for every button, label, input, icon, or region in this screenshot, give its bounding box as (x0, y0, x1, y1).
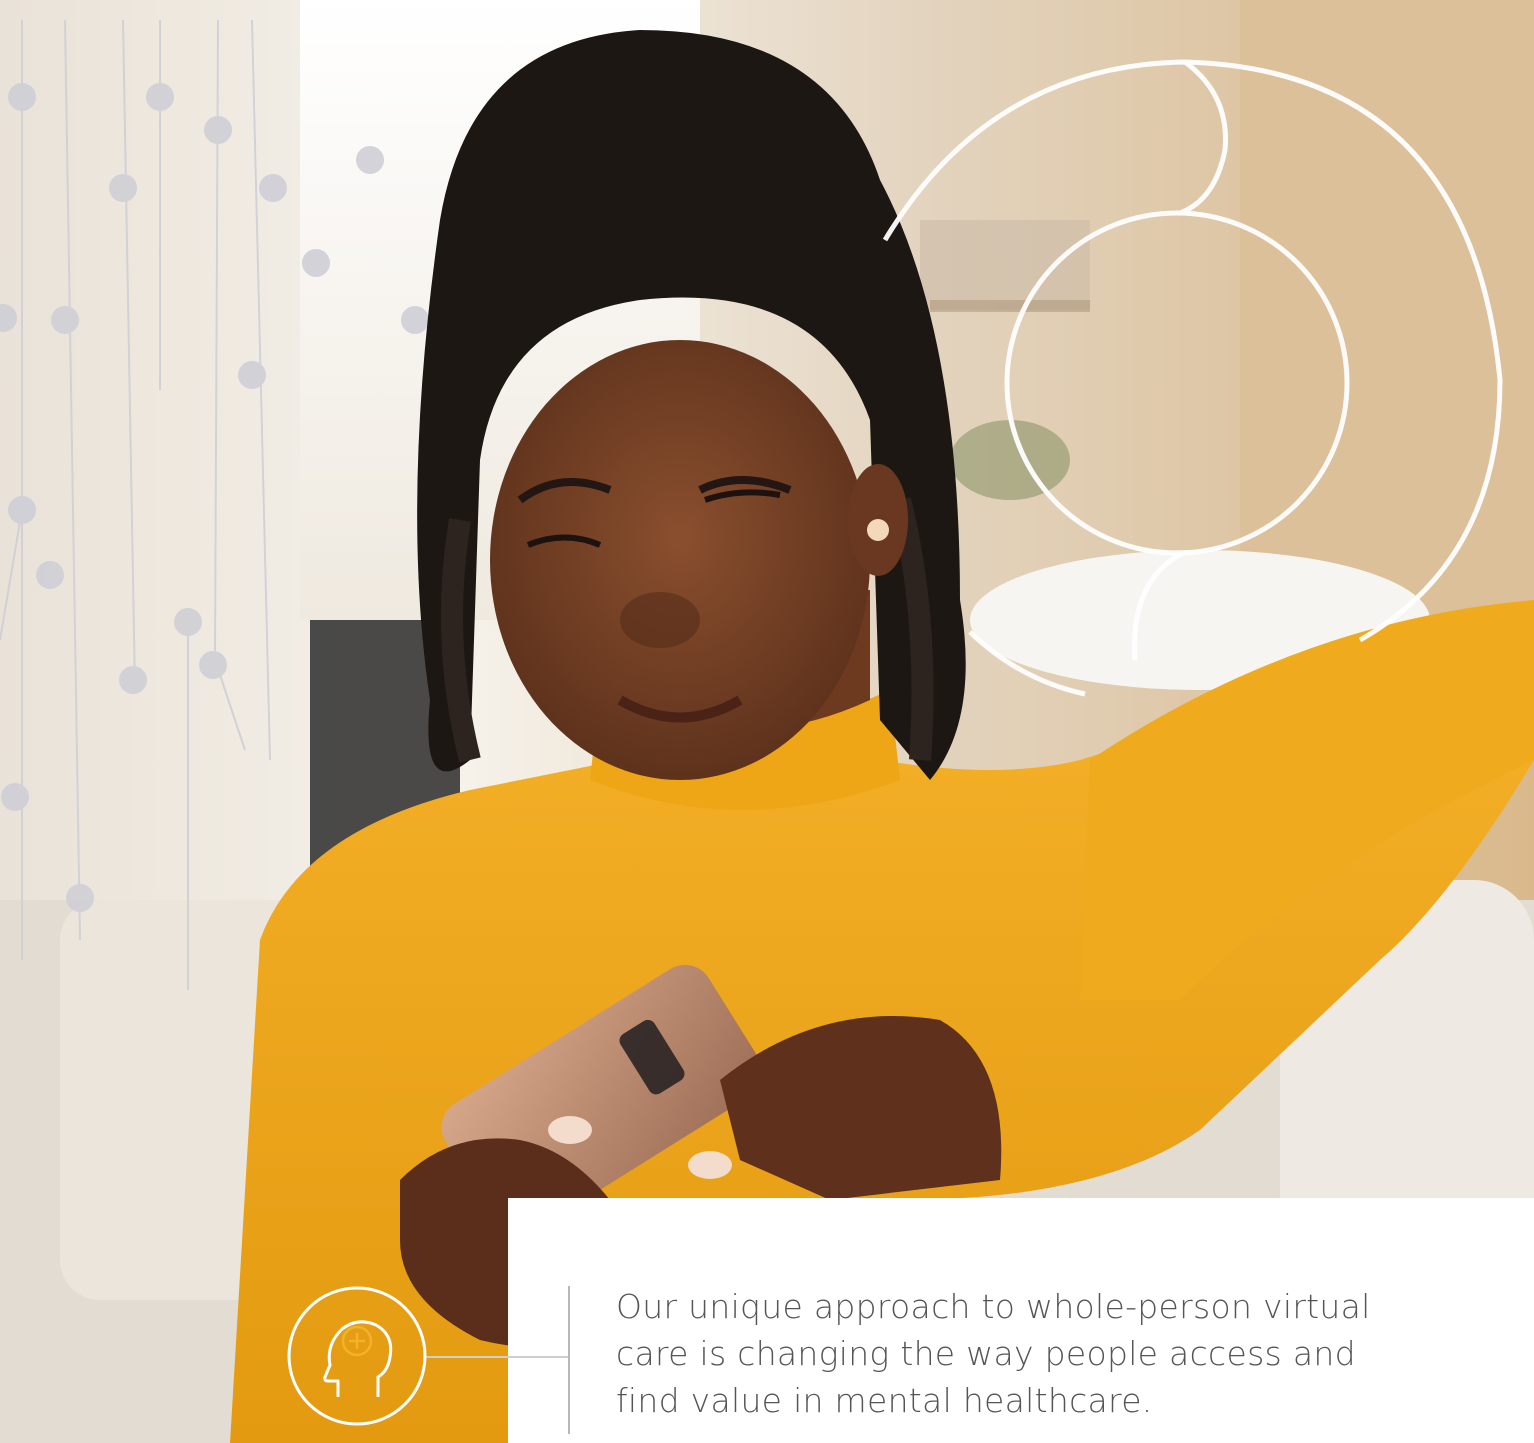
caption-line-1: Our unique approach to whole-person virt… (616, 1287, 1371, 1326)
caption-line-3: find value in mental healthcare. (616, 1381, 1153, 1420)
head-plus-icon (286, 1285, 428, 1427)
connector-line (426, 1356, 570, 1358)
hero-section: Our unique approach to whole-person virt… (0, 0, 1534, 1443)
caption-divider (568, 1286, 570, 1434)
caption-line-2: care is changing the way people access a… (616, 1334, 1356, 1373)
caption-text: Our unique approach to whole-person virt… (616, 1283, 1486, 1424)
